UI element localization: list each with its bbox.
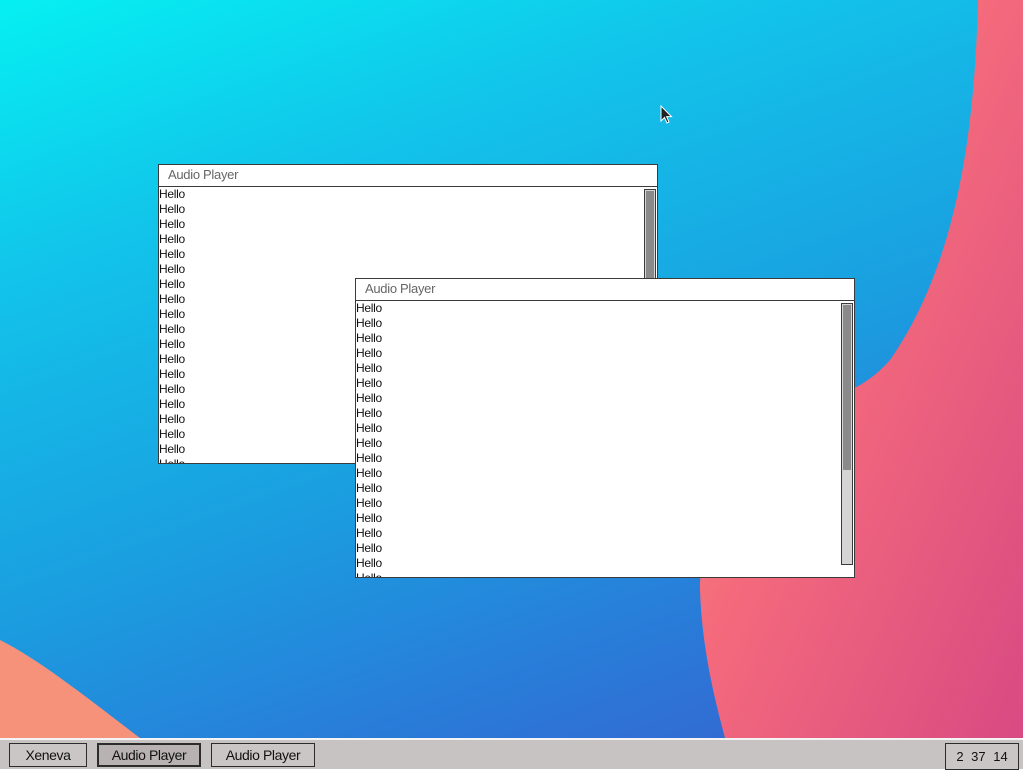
list-item[interactable]: Hello <box>356 301 854 316</box>
list-item[interactable]: Hello <box>159 232 657 247</box>
wallpaper-wave-left <box>0 640 140 738</box>
list-item[interactable]: Hello <box>356 346 854 361</box>
list-item[interactable]: Hello <box>159 217 657 232</box>
window-titlebar[interactable]: Audio Player <box>356 279 854 301</box>
list-item[interactable]: Hello <box>356 556 854 571</box>
list-item[interactable]: Hello <box>356 496 854 511</box>
taskbar: Xeneva Audio Player Audio Player 2 37 14 <box>0 738 1023 770</box>
list-item[interactable]: Hello <box>356 316 854 331</box>
list-item[interactable]: Hello <box>356 541 854 556</box>
taskbar-button-audio-player[interactable]: Audio Player <box>211 743 315 767</box>
vertical-scrollbar[interactable] <box>841 303 853 565</box>
taskbar-button-audio-player[interactable]: Audio Player <box>97 743 201 767</box>
list-item[interactable]: Hello <box>356 451 854 466</box>
hello-list[interactable]: Hello Hello Hello Hello Hello Hello Hello Hello… <box>356 301 854 577</box>
window-title: Audio Player <box>168 167 239 182</box>
list-item[interactable]: Hello <box>356 361 854 376</box>
list-item[interactable]: Hello <box>356 436 854 451</box>
desktop[interactable]: Audio Player Hello Hello Hello Hello Hello He… <box>0 0 1023 738</box>
list-item[interactable]: Hello <box>159 262 657 277</box>
list-item[interactable]: Hello <box>356 511 854 526</box>
list-item[interactable]: Hello <box>356 391 854 406</box>
window-titlebar[interactable]: Audio Player <box>159 165 657 187</box>
list-item[interactable]: Hello <box>159 202 657 217</box>
window-title: Audio Player <box>365 281 436 296</box>
taskbar-button-xeneva[interactable]: Xeneva <box>9 743 87 767</box>
list-item[interactable]: Hello <box>356 406 854 421</box>
list-item[interactable]: Hello <box>159 187 657 202</box>
list-item[interactable]: Hello <box>356 331 854 346</box>
audio-player-window-front[interactable]: Audio Player Hello Hello Hello Hello Hello He… <box>355 278 855 578</box>
scrollbar-thumb[interactable] <box>843 305 851 470</box>
list-item[interactable]: Hello <box>159 247 657 262</box>
taskbar-clock: 2 37 14 <box>945 743 1019 770</box>
list-item[interactable]: Hello <box>356 571 854 577</box>
mouse-pointer-icon <box>660 105 673 124</box>
list-item[interactable]: Hello <box>356 376 854 391</box>
list-item[interactable]: Hello <box>356 466 854 481</box>
list-item[interactable]: Hello <box>356 421 854 436</box>
list-item[interactable]: Hello <box>356 481 854 496</box>
list-item[interactable]: Hello <box>356 526 854 541</box>
